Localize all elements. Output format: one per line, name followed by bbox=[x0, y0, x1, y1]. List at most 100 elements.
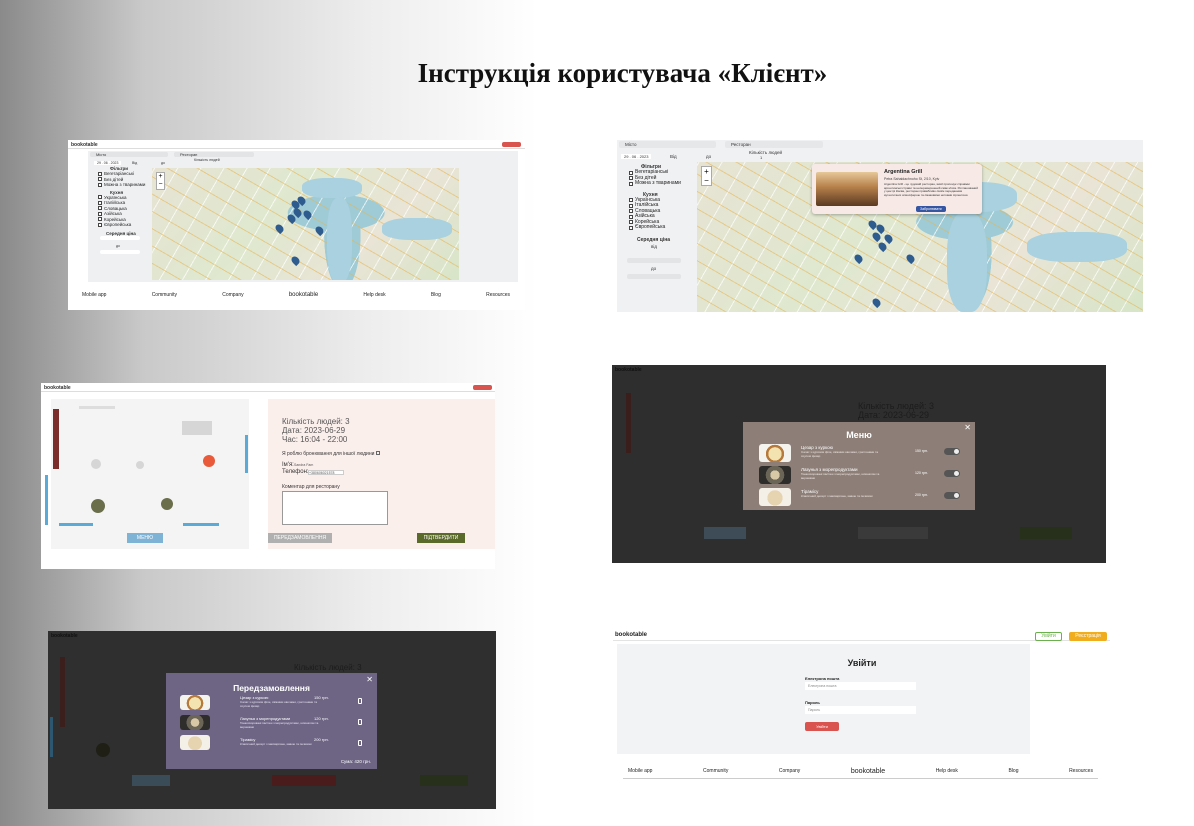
menu-modal: Меню ✕ Цезар з куркою Салат з курячим фі… bbox=[743, 422, 975, 510]
footer-link[interactable]: Blog bbox=[431, 292, 441, 298]
footer-link[interactable]: Mobile app bbox=[628, 768, 652, 775]
footer-link[interactable]: Mobile app bbox=[82, 292, 106, 298]
restaurant-pin[interactable] bbox=[870, 296, 883, 309]
dish-image bbox=[759, 488, 791, 506]
dish-image bbox=[180, 715, 210, 730]
restaurant-pin[interactable] bbox=[289, 254, 302, 267]
footer-link[interactable]: Community bbox=[152, 292, 177, 298]
table-large[interactable] bbox=[91, 499, 105, 513]
table-selected[interactable] bbox=[203, 455, 215, 467]
dish-toggle[interactable] bbox=[944, 448, 960, 455]
dish-desc: Тонкоскоровані пасташ з морепродуктами, … bbox=[240, 721, 319, 729]
people-count-value[interactable]: 1 bbox=[760, 155, 762, 160]
other-person-checkbox[interactable]: Я роблю бронювання для іншої людини bbox=[282, 451, 380, 457]
name-label: Ім'я: bbox=[282, 462, 294, 468]
screenshot-menu-modal: bookotable Кількість людей: 3 Дата: 2023… bbox=[612, 365, 1106, 563]
dish-quantity[interactable] bbox=[358, 719, 362, 725]
people-count-label: Кількість людей bbox=[749, 150, 783, 155]
table-seat[interactable] bbox=[91, 459, 101, 469]
booking-date: Дата: 2023-06-29 bbox=[282, 426, 346, 435]
restaurant-pin[interactable] bbox=[904, 252, 917, 265]
dish-toggle[interactable] bbox=[944, 492, 960, 499]
bg-people-count: Кількість людей: 3 bbox=[294, 663, 362, 672]
phone-field[interactable]: +380606021578 bbox=[308, 470, 344, 475]
price-from-input[interactable] bbox=[627, 258, 681, 263]
email-field[interactable]: Електрона пошта bbox=[805, 682, 916, 690]
modal-title: Меню bbox=[846, 430, 872, 440]
dish-quantity[interactable] bbox=[358, 698, 362, 704]
restaurant-pin[interactable] bbox=[301, 208, 314, 221]
password-label: Пароль bbox=[805, 700, 820, 705]
restaurant-search-label: Ресторан bbox=[731, 142, 751, 147]
restaurant-search-label: Ресторан bbox=[180, 152, 198, 157]
footer-link[interactable]: Company bbox=[779, 768, 800, 775]
footer-link[interactable]: Help desk bbox=[363, 292, 385, 298]
dish-price: 150 грн. bbox=[915, 449, 928, 453]
dish-quantity[interactable] bbox=[358, 740, 362, 746]
table-seat[interactable] bbox=[136, 461, 144, 469]
zoom-control[interactable]: + − bbox=[156, 172, 165, 190]
page-title: Інструкція користувача «Клієнт» bbox=[417, 58, 828, 88]
restaurant-pin[interactable] bbox=[273, 222, 286, 235]
menu-button[interactable]: МЕНЮ bbox=[127, 533, 163, 543]
register-button[interactable]: Реєстрація bbox=[1069, 632, 1107, 641]
restaurant-pin[interactable] bbox=[313, 224, 326, 237]
date-field[interactable]: 29 . 06 . 2023 bbox=[94, 161, 122, 165]
footer-link[interactable]: Help desk bbox=[936, 768, 958, 775]
time-to-label: до bbox=[706, 154, 712, 159]
cuisine-checkbox-5[interactable]: Європейська bbox=[629, 224, 681, 231]
price-to-input[interactable] bbox=[100, 250, 140, 254]
footer-link[interactable]: Resources bbox=[1069, 768, 1093, 775]
bg-date: Дата: 2023-06-29 bbox=[858, 410, 929, 420]
popup-restaurant-name: Argentina Grill bbox=[884, 169, 923, 175]
footer-link[interactable]: Blog bbox=[1008, 768, 1018, 775]
footer-link[interactable]: Resources bbox=[486, 292, 510, 298]
dish-image bbox=[759, 444, 791, 462]
confirm-button[interactable]: ПІДТВЕРДИТИ bbox=[417, 533, 465, 543]
zoom-control[interactable]: + − bbox=[701, 166, 712, 186]
dish-toggle[interactable] bbox=[944, 470, 960, 477]
close-icon[interactable]: ✕ bbox=[964, 423, 971, 432]
comment-textarea[interactable] bbox=[282, 491, 388, 525]
city-search-label: Місто bbox=[96, 152, 107, 157]
booking-time: Час: 16:04 - 22:00 bbox=[282, 435, 348, 444]
map-view[interactable]: + − bbox=[152, 168, 459, 280]
cuisine-checkbox-5[interactable]: Європейська bbox=[98, 222, 145, 228]
login-button[interactable] bbox=[502, 142, 521, 147]
dish-price: 200 грн. bbox=[314, 737, 329, 742]
restaurant-pin[interactable] bbox=[852, 252, 865, 265]
dish-desc: Класичний десерт з маскарпоне, кавою та … bbox=[801, 494, 873, 498]
filter-checkbox-2[interactable]: Можна з тваринами bbox=[629, 180, 681, 187]
table-large[interactable] bbox=[161, 498, 173, 510]
preorder-button[interactable]: ПЕРЕДЗАМОВЛЕННЯ bbox=[268, 533, 332, 543]
price-to-label: до bbox=[116, 244, 120, 248]
preorder-modal: Передзамовлення ✕ Цезар з куркою 150 грн… bbox=[166, 673, 377, 769]
password-field[interactable]: Пароль bbox=[805, 706, 916, 714]
brand-logo: bookotable bbox=[615, 632, 648, 638]
footer-link[interactable]: Company bbox=[222, 292, 243, 298]
price-to-input[interactable] bbox=[627, 274, 681, 279]
book-button[interactable]: Забронювати bbox=[916, 206, 946, 212]
screenshot-map-popup: Місто Ресторан 29 . 06 . 2023 Від до Кіл… bbox=[617, 140, 1143, 312]
header-login-button[interactable]: Увійти bbox=[1035, 632, 1062, 641]
footer: Mobile app Community Company bookotable … bbox=[628, 768, 1093, 775]
modal-title: Передзамовлення bbox=[233, 683, 310, 693]
city-search-label: Місто bbox=[625, 142, 637, 147]
price-from-label: від bbox=[651, 243, 658, 249]
brand-logo: bookotable bbox=[71, 142, 98, 148]
footer-link[interactable]: Community bbox=[703, 768, 728, 775]
restaurant-pin[interactable] bbox=[882, 232, 895, 245]
price-from-input[interactable] bbox=[100, 236, 140, 240]
login-submit-button[interactable]: Увійти bbox=[805, 722, 839, 731]
login-button[interactable] bbox=[473, 385, 492, 390]
people-count-label: Кількість людей bbox=[194, 158, 220, 162]
map-view[interactable]: + − Argentina Grill Petra Sahaidachnoho S… bbox=[697, 162, 1143, 312]
filter-checkbox-2[interactable]: Можна з тваринами bbox=[98, 182, 145, 188]
date-field[interactable]: 29 . 06 . 2023 bbox=[621, 154, 652, 159]
login-card: Увійти Електрона пошта Електрона пошта П… bbox=[617, 644, 1030, 754]
name-field[interactable]: Sandra Fam bbox=[294, 463, 313, 467]
email-label: Електрона пошта bbox=[805, 676, 840, 681]
preorder-total: Сума: 420 грн. bbox=[340, 759, 371, 764]
restaurant-pin[interactable] bbox=[876, 240, 889, 253]
close-icon[interactable]: ✕ bbox=[366, 675, 373, 684]
